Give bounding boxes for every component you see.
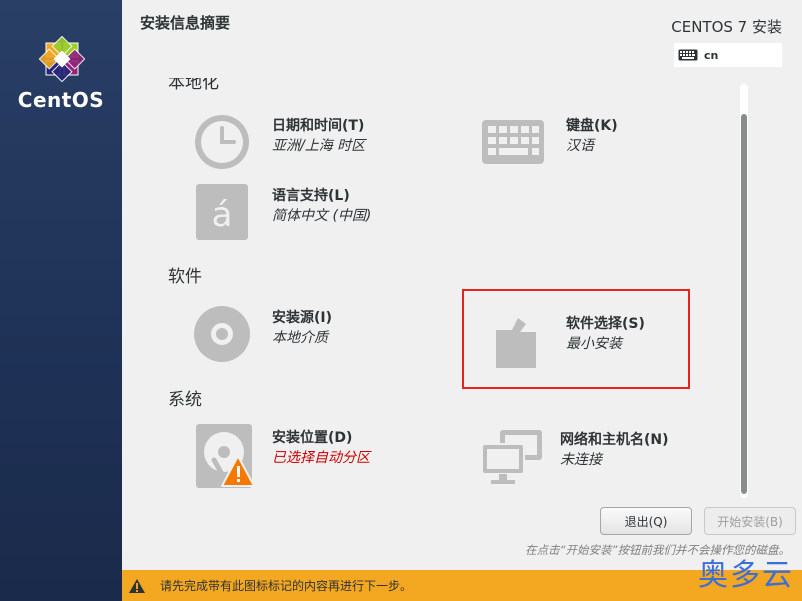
category-system: 系统 (168, 390, 202, 410)
keyboard-small-icon (678, 49, 698, 61)
spoke-network-hostname[interactable]: 网络和主机名(N) 未连接 (480, 426, 669, 486)
product-title: CENTOS 7 安装 (671, 18, 782, 36)
svg-text:á: á (212, 195, 233, 235)
spoke-software-selection[interactable]: 软件选择(S) 最小安装 (486, 310, 645, 370)
spoke-language-title: 语言支持(L) (272, 188, 350, 204)
installation-summary-panel: 安装信息摘要 CENTOS 7 安装 cn 本地化 日期和时间(T) 亚洲/上海… (122, 0, 802, 570)
keyboard-layout-label: cn (704, 48, 719, 62)
network-icon (480, 426, 542, 486)
spoke-software-status: 最小安装 (566, 336, 622, 352)
centos-logo-icon (38, 35, 86, 83)
spoke-list-scrollbar[interactable] (736, 84, 752, 498)
package-icon (486, 310, 546, 370)
centos-logo-text: CentOS (17, 88, 105, 112)
spoke-list: 本地化 日期和时间(T) 亚洲/上海 时区 键盘(K) 汉语 á 语言支持(L)… (122, 78, 740, 500)
spoke-keyboard[interactable]: 键盘(K) 汉语 (480, 112, 618, 172)
harddisk-warning-icon (192, 424, 255, 488)
spoke-source-title: 安装源(I) (272, 310, 333, 326)
spoke-language-status: 简体中文 (中国) (272, 208, 372, 224)
sidebar: CentOS (0, 0, 122, 601)
quit-button[interactable]: 退出(Q) (600, 507, 692, 535)
keyboard-icon (480, 112, 544, 172)
spoke-network-title: 网络和主机名(N) (560, 432, 669, 448)
spoke-language[interactable]: á 语言支持(L) 简体中文 (中国) (192, 182, 371, 242)
spoke-network-status: 未连接 (560, 452, 602, 468)
spoke-datetime-title: 日期和时间(T) (272, 118, 365, 134)
spoke-install-source[interactable]: 安装源(I) 本地介质 (192, 304, 332, 364)
language-icon: á (192, 182, 252, 242)
spoke-keyboard-status: 汉语 (566, 138, 594, 154)
category-localization: 本地化 (168, 78, 219, 93)
scrollbar-thumb[interactable] (741, 114, 747, 494)
spoke-software-title: 软件选择(S) (566, 316, 645, 332)
spoke-install-destination[interactable]: 安装位置(D) 已选择自动分区 (192, 424, 370, 488)
warning-text: 请先完成带有此图标标记的内容再进行下一步。 (160, 579, 413, 593)
spoke-datetime-status: 亚洲/上海 时区 (272, 138, 366, 154)
begin-installation-button[interactable]: 开始安装(B) (704, 507, 796, 535)
watermark-text: 奥多云 (698, 558, 794, 593)
clock-icon (192, 112, 252, 172)
page-title: 安装信息摘要 (140, 14, 231, 32)
disc-icon (192, 304, 252, 364)
spoke-destination-title: 安装位置(D) (272, 430, 353, 446)
spoke-keyboard-title: 键盘(K) (566, 118, 618, 134)
category-software: 软件 (168, 267, 202, 287)
spoke-destination-status: 已选择自动分区 (272, 450, 370, 466)
warning-icon (128, 578, 146, 594)
spoke-datetime[interactable]: 日期和时间(T) 亚洲/上海 时区 (192, 112, 365, 172)
keyboard-layout-indicator[interactable]: cn (674, 43, 782, 67)
spoke-source-status: 本地介质 (272, 330, 328, 346)
